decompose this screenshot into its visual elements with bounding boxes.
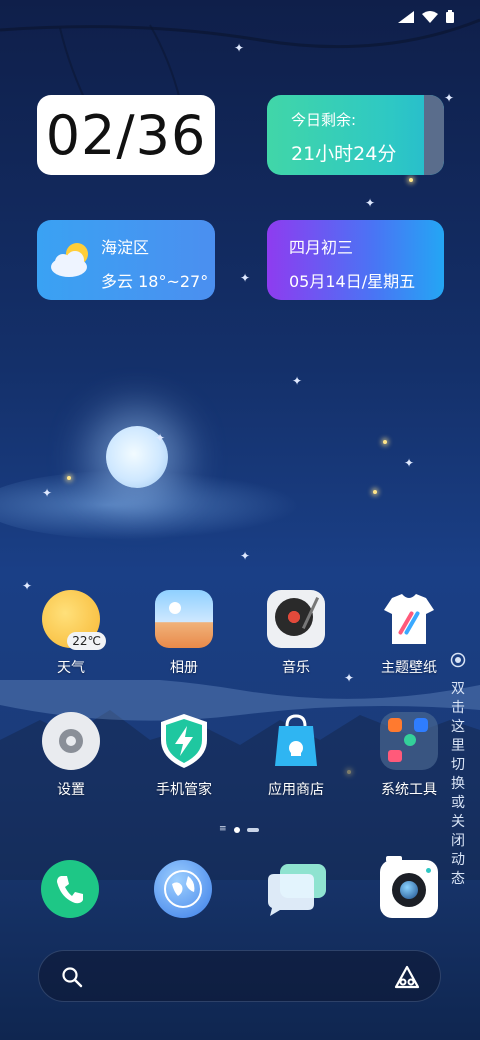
star: ✦ (240, 549, 251, 563)
app-label: 相册 (170, 660, 198, 676)
star: ✦ (404, 456, 415, 470)
camera-lens-glass (400, 881, 418, 899)
page-indicator[interactable]: ≡ (219, 824, 259, 834)
weather-badge: 22℃ (67, 632, 106, 650)
firefly (67, 476, 71, 480)
star: ✦ (292, 374, 303, 388)
gear-hole (66, 736, 76, 746)
menu-icon: ≡ (219, 824, 227, 834)
messages-icon[interactable] (266, 860, 328, 918)
app-label: 音乐 (282, 660, 310, 676)
page-dot-active (233, 826, 240, 833)
star: ✦ (365, 196, 376, 210)
app-settings[interactable]: 设置 (21, 712, 121, 799)
folder-mini-app (414, 718, 428, 732)
remaining-title: 今日剩余: (291, 111, 357, 129)
weather-widget[interactable]: 海淀区 多云 18°~27° (37, 220, 215, 300)
app-weather[interactable]: 22℃ 天气 (21, 590, 121, 677)
time-remaining-widget[interactable]: 今日剩余: 21小时24分 (267, 95, 444, 175)
firefly (383, 440, 387, 444)
clock-widget[interactable]: 02/36 (37, 95, 215, 175)
weather-summary: 多云 18°~27° (101, 272, 209, 291)
star: ✦ (240, 271, 251, 285)
folder-mini-app (404, 734, 416, 746)
app-label: 手机管家 (156, 782, 212, 798)
weather-icon: 22℃ (42, 590, 106, 650)
music-icon (267, 590, 325, 648)
lunar-date: 四月初三 (289, 238, 354, 257)
wifi-icon (422, 10, 438, 23)
weather-location: 海淀区 (101, 238, 150, 257)
calendar-widget[interactable]: 四月初三 05月14日/星期五 (267, 220, 444, 300)
gallery-sun (169, 602, 181, 614)
security-icon (155, 712, 213, 770)
app-label: 系统工具 (381, 782, 437, 798)
partly-cloudy-icon (51, 243, 88, 277)
remaining-value: 21小时24分 (291, 143, 397, 165)
remaining-progress-cap (424, 95, 444, 175)
app-phone-manager[interactable]: 手机管家 (134, 712, 234, 799)
folder-mini-app (388, 718, 402, 732)
app-label: 设置 (57, 782, 85, 798)
status-bar (398, 10, 454, 23)
side-hint-text: 双击这里切换或关闭动态 (451, 681, 465, 887)
clock-time: 02/36 (45, 103, 207, 167)
phone-icon[interactable] (41, 860, 99, 918)
page-dot (246, 827, 259, 832)
app-system-tools-folder[interactable]: 系统工具 (359, 712, 459, 799)
assistant-icon[interactable] (394, 965, 420, 989)
dynamic-wallpaper-toggle[interactable]: 双击这里切换或关闭动态 (448, 652, 468, 889)
browser-icon[interactable] (154, 860, 212, 918)
theme-icon (380, 590, 438, 648)
gallery-icon (155, 590, 213, 648)
firefly (409, 178, 413, 182)
app-theme-wallpaper[interactable]: 主题壁纸 (359, 590, 459, 677)
battery-icon (446, 10, 454, 23)
star: ✦ (155, 431, 166, 445)
folder-mini-app (388, 750, 402, 762)
search-icon[interactable] (61, 966, 83, 988)
search-bar[interactable] (38, 950, 441, 1002)
app-gallery[interactable]: 相册 (134, 590, 234, 677)
camera-flash (426, 868, 431, 873)
camera-top (386, 856, 402, 862)
app-label: 天气 (57, 660, 85, 676)
settings-icon (42, 712, 100, 770)
app-label: 主题壁纸 (381, 660, 437, 676)
app-store-icon (267, 712, 325, 770)
solar-date: 05月14日/星期五 (289, 272, 416, 291)
system-tools-folder-icon (380, 712, 438, 770)
app-store[interactable]: 应用商店 (246, 712, 346, 799)
firefly (373, 490, 377, 494)
star: ✦ (42, 486, 53, 500)
camera-icon[interactable] (380, 856, 438, 918)
target-icon (450, 652, 466, 668)
signal-icon (398, 10, 414, 23)
app-music[interactable]: 音乐 (246, 590, 346, 677)
app-label: 应用商店 (268, 782, 324, 798)
